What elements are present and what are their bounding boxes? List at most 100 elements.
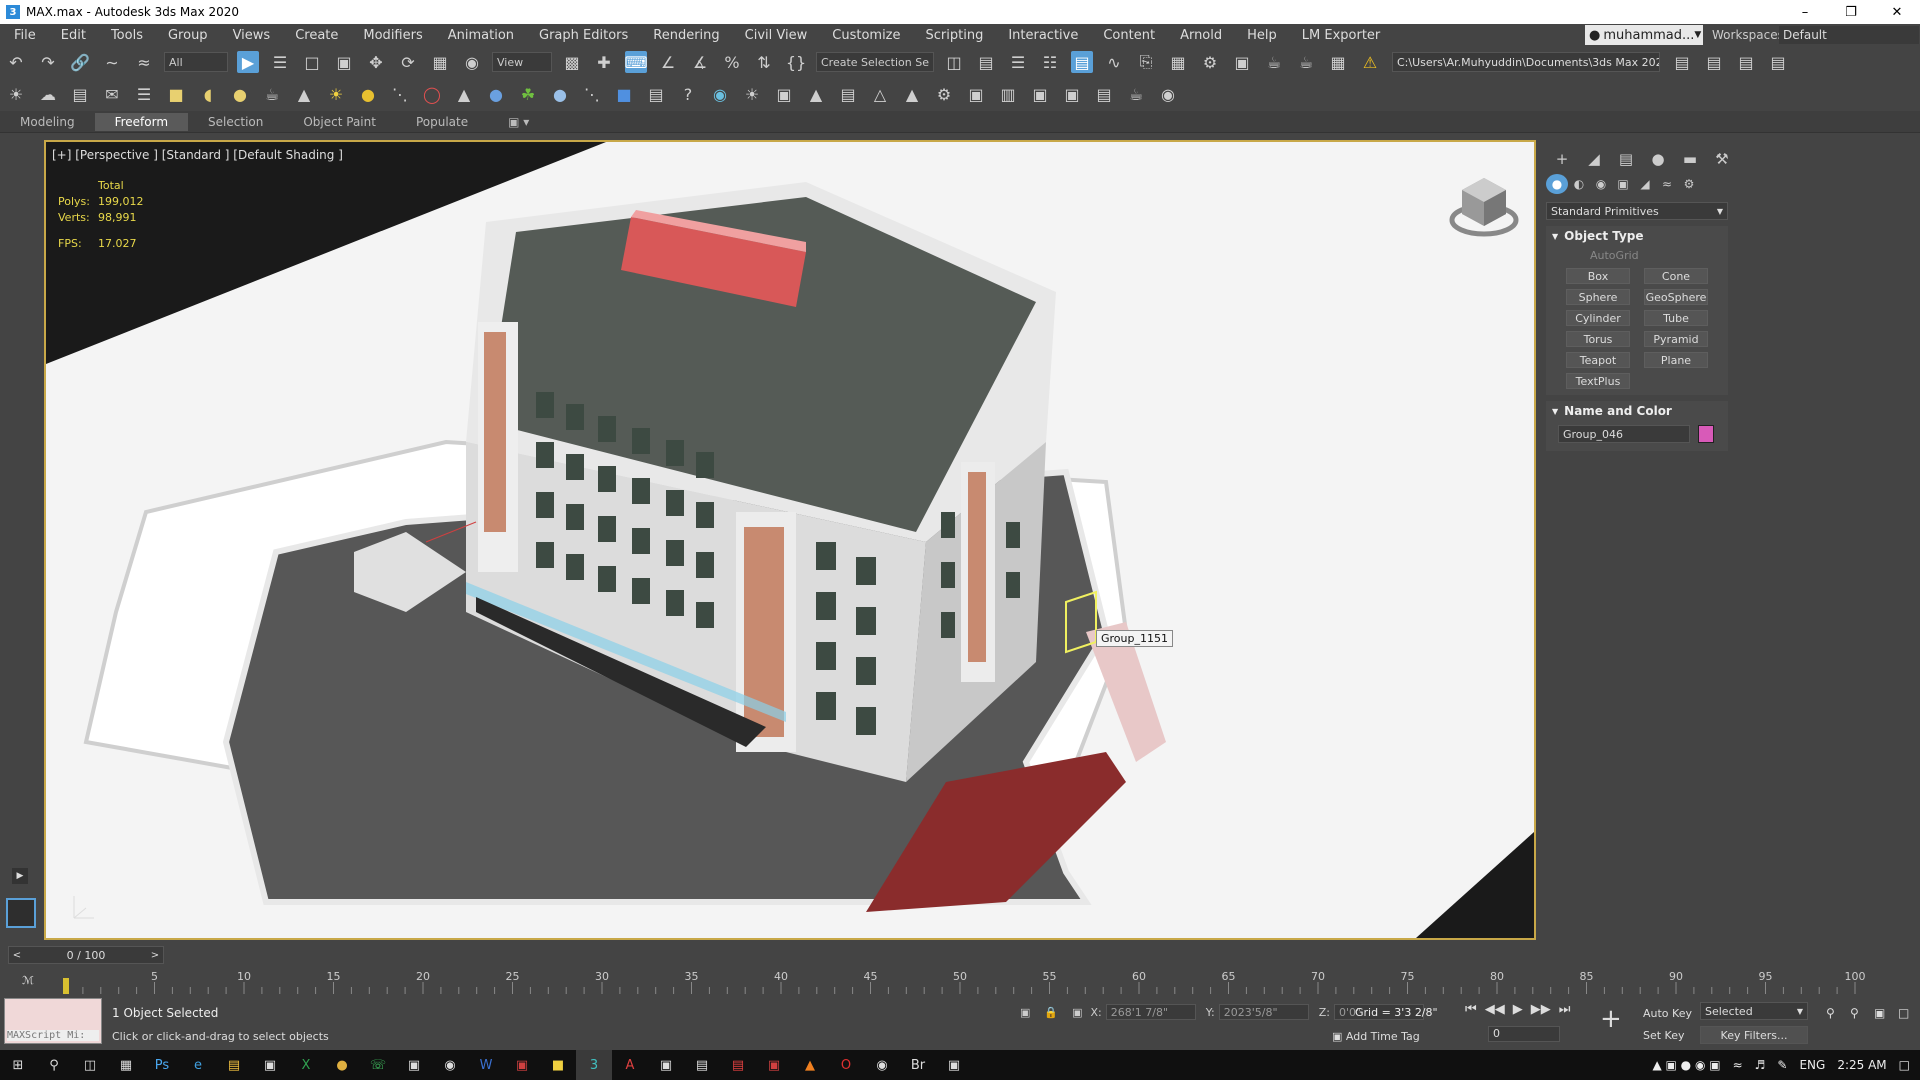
cylinder-button[interactable]: Cylinder	[1566, 310, 1630, 326]
project-template-icon[interactable]: ▤	[1735, 51, 1757, 73]
unlink-icon[interactable]: ∼	[101, 51, 123, 73]
autocad-icon[interactable]: A	[612, 1050, 648, 1080]
shapes-icon[interactable]: ◐	[1568, 174, 1590, 194]
maxscript-mini-listener[interactable]: MAXScript Mi:	[7, 1030, 99, 1041]
object-type-header[interactable]: ▼ Object Type	[1546, 226, 1728, 246]
task-view-icon[interactable]: ◫	[72, 1050, 108, 1080]
app-icon-7[interactable]: ▣	[936, 1050, 972, 1080]
go-to-start-icon[interactable]: ⏮	[1465, 1002, 1477, 1017]
menu-graph-editors[interactable]: Graph Editors	[525, 28, 639, 43]
create-project-icon[interactable]: ▤	[1703, 51, 1725, 73]
utilities-tab-icon[interactable]: ⚒	[1706, 148, 1738, 170]
app-icon-4[interactable]: ▣	[648, 1050, 684, 1080]
texture-icon[interactable]: ▤	[645, 83, 667, 105]
render-iterative-icon[interactable]: ☕	[1295, 51, 1317, 73]
render-region-icon[interactable]: ▣	[1029, 83, 1051, 105]
chrome-icon[interactable]: ●	[324, 1050, 360, 1080]
calculator-icon[interactable]: ▦	[108, 1050, 144, 1080]
gear-icon[interactable]: ⚙	[933, 83, 955, 105]
workspace-select[interactable]: Default	[1779, 26, 1919, 44]
cone-button[interactable]: Cone	[1644, 268, 1708, 284]
isolate-icon[interactable]: ▣	[1020, 1006, 1030, 1019]
cameras-icon[interactable]: ▣	[1061, 83, 1083, 105]
lights-icon[interactable]: ◉	[1590, 174, 1612, 194]
maxscript-listener[interactable]: MAXScript Mi:	[4, 998, 102, 1044]
geosphere-button[interactable]: GeoSphere	[1644, 289, 1708, 305]
track-bar-ruler[interactable]: 5 10 15 20 25 30 35 40 45 50 55 60 65 70 75 80 85 90 95 100	[60, 970, 1900, 994]
manipulate-icon[interactable]: ✚	[593, 51, 615, 73]
mirror-icon[interactable]: ◫	[943, 51, 965, 73]
next-frame-arrow-icon[interactable]: >	[147, 947, 163, 963]
prev-frame-arrow-icon[interactable]: <	[9, 947, 25, 963]
project-structure-icon[interactable]: ▤	[1767, 51, 1789, 73]
3dsmax-taskbar-icon[interactable]: 3	[576, 1050, 612, 1080]
absolute-mode-icon[interactable]: ▣	[1072, 1006, 1082, 1019]
app-icon-1[interactable]: ▣	[396, 1050, 432, 1080]
tray-icons[interactable]: ▲ ▣ ● ◉ ▣	[1652, 1058, 1720, 1072]
opera-icon[interactable]: O	[828, 1050, 864, 1080]
spinner-snap-icon[interactable]: ⇅	[753, 51, 775, 73]
lock-icon[interactable]: 🔒	[1044, 1006, 1058, 1019]
play-icon[interactable]: ▶	[1513, 1002, 1523, 1017]
selection-filter-dropdown[interactable]: All	[164, 52, 228, 72]
teapot-button[interactable]: Teapot	[1566, 352, 1630, 368]
rendered-frame-icon[interactable]: ▣	[1231, 51, 1253, 73]
particles-icon[interactable]: ⋱	[389, 83, 411, 105]
name-color-header[interactable]: ▼ Name and Color	[1546, 401, 1728, 421]
warning-icon[interactable]: ⚠	[1359, 51, 1381, 73]
menu-group[interactable]: Group	[154, 28, 219, 43]
globe-icon[interactable]: ●	[485, 83, 507, 105]
tripod-icon[interactable]: ▲	[453, 83, 475, 105]
menu-edit[interactable]: Edit	[47, 28, 97, 43]
expand-arrow-icon[interactable]: ▶	[12, 868, 28, 884]
previous-frame-icon[interactable]: ◀◀	[1485, 1002, 1505, 1017]
menu-file[interactable]: File	[0, 28, 47, 43]
clock[interactable]: 2:25 AM	[1837, 1058, 1886, 1072]
app-icon-3[interactable]: ▣	[504, 1050, 540, 1080]
minimize-button[interactable]: –	[1782, 0, 1828, 24]
key-selection-dropdown[interactable]: Selected ▼	[1700, 1002, 1808, 1020]
help-circle-icon[interactable]: ?	[677, 83, 699, 105]
scene-explorer-icon[interactable]: ☰	[1007, 51, 1029, 73]
image-icon[interactable]: ▤	[69, 83, 91, 105]
key-filters-button[interactable]: Key Filters...	[1700, 1026, 1808, 1044]
viewcube[interactable]	[1448, 172, 1520, 244]
hierarchy-tab-icon[interactable]: ▤	[1610, 148, 1642, 170]
menu-lm-exporter[interactable]: LM Exporter	[1288, 28, 1392, 43]
pyramid-button[interactable]: Pyramid	[1644, 331, 1708, 347]
close-button[interactable]: ✕	[1874, 0, 1920, 24]
volume-icon[interactable]: ♬	[1755, 1058, 1766, 1072]
primitive-type-dropdown[interactable]: Standard Primitives ▼	[1546, 202, 1728, 220]
named-selection-dropdown[interactable]: Create Selection Se	[816, 52, 934, 72]
y-coordinate-field[interactable]: 2023'5/8"	[1218, 1004, 1309, 1020]
render-production-icon[interactable]: ☕	[1263, 51, 1285, 73]
place-icon[interactable]: ◉	[461, 51, 483, 73]
project-folder-dropdown[interactable]: C:\Users\Ar.Muhyuddin\Documents\3ds Max …	[1392, 52, 1660, 72]
set-key-button[interactable]: Set Key	[1643, 1024, 1692, 1046]
sliders-icon[interactable]: ☰	[133, 83, 155, 105]
whatsapp-icon[interactable]: ☏	[360, 1050, 396, 1080]
x-coordinate-field[interactable]: 268'1 7/8"	[1105, 1004, 1196, 1020]
mountain-icon[interactable]: ▲	[805, 83, 827, 105]
track-bar-icon[interactable]: ℳ	[22, 974, 34, 987]
torus-button[interactable]: Torus	[1566, 331, 1630, 347]
app-icon-6[interactable]: ◉	[864, 1050, 900, 1080]
acrobat-icon[interactable]: ▤	[720, 1050, 756, 1080]
bind-spacewarp-icon[interactable]: ≈	[133, 51, 155, 73]
toggle-ribbon-icon[interactable]: ▤	[1071, 51, 1093, 73]
box-primitive-icon[interactable]: ■	[165, 83, 187, 105]
material-balls-icon[interactable]: ⋱	[581, 83, 603, 105]
ribbon-options-icon[interactable]: ▣ ▾	[488, 113, 549, 131]
teapot-outline-icon[interactable]: ☕	[1125, 83, 1147, 105]
schematic-view-icon[interactable]: ⎘	[1135, 51, 1157, 73]
chat-icon[interactable]: ✉	[101, 83, 123, 105]
app-icon-2[interactable]: ◉	[432, 1050, 468, 1080]
next-frame-icon[interactable]: ▶▶	[1531, 1002, 1551, 1017]
ribbon-tab-selection[interactable]: Selection	[188, 113, 283, 131]
box-button[interactable]: Box	[1566, 268, 1630, 284]
excel-icon[interactable]: X	[288, 1050, 324, 1080]
keyboard-shortcut-icon[interactable]: ⌨	[624, 51, 648, 73]
curve-editor-icon[interactable]: ∿	[1103, 51, 1125, 73]
edge-icon[interactable]: e	[180, 1050, 216, 1080]
add-time-tag[interactable]: ▣ Add Time Tag	[1332, 1030, 1420, 1043]
